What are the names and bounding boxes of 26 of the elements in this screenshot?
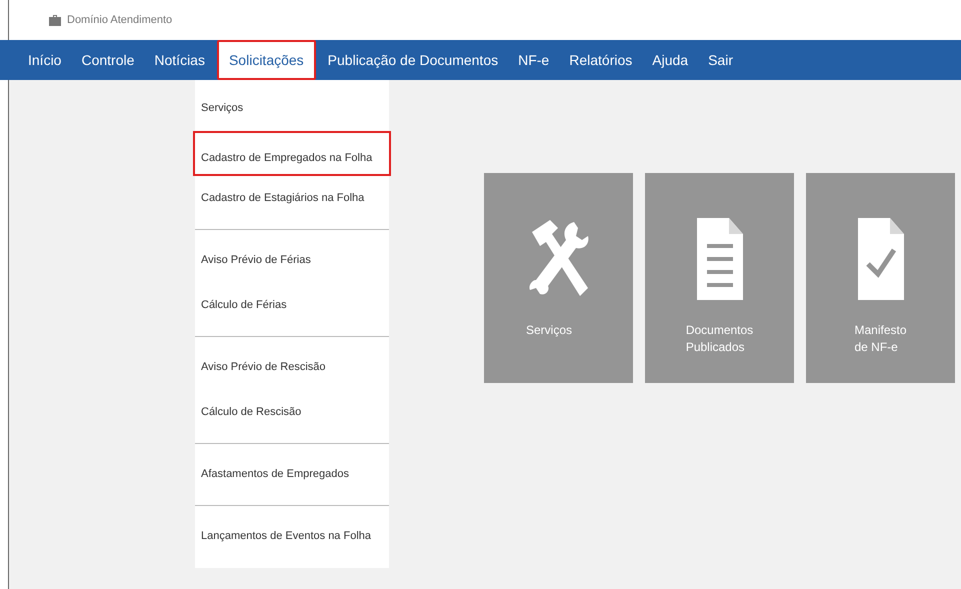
checked-document-icon [858, 218, 904, 300]
menu-item[interactable]: Lançamentos de Eventos na Folha [195, 514, 389, 559]
nav-tab[interactable]: Notícias [144, 40, 215, 80]
menu-item[interactable]: Cadastro de Estagiários na Folha [195, 176, 389, 221]
nav-tab[interactable]: Relatórios [559, 40, 642, 80]
document-icon [696, 218, 742, 300]
menu-item[interactable]: Afastamentos de Empregados [195, 452, 389, 497]
briefcase-icon [49, 14, 61, 26]
menu-item[interactable]: Aviso Prévio de Férias [195, 238, 389, 283]
tile-label: Manifesto de NF-e [854, 322, 907, 356]
nav-tab[interactable]: Ajuda [642, 40, 698, 80]
nav-tab[interactable]: Publicação de Documentos [318, 40, 508, 80]
app-title: Domínio Atendimento [67, 12, 172, 28]
menu-item[interactable]: Cadastro de Empregados na Folha [193, 131, 391, 176]
tile-label: Serviços [526, 322, 572, 339]
nav-tab[interactable]: NF-e [508, 40, 560, 80]
menu-item[interactable]: Serviços [195, 86, 389, 131]
nav-tab[interactable]: Início [18, 40, 72, 80]
nav-tab[interactable]: Solicitações [216, 40, 316, 80]
menu-item[interactable]: Cálculo de Férias [195, 283, 389, 328]
menu-item[interactable]: Aviso Prévio de Rescisão [195, 345, 389, 390]
menu-item[interactable]: Cálculo de Rescisão [195, 390, 389, 435]
tools-icon [528, 218, 590, 298]
nav-tab[interactable]: Controle [71, 40, 144, 80]
tile-label: Documentos Publicados [686, 322, 754, 356]
nav-tab[interactable]: Sair [698, 40, 743, 80]
